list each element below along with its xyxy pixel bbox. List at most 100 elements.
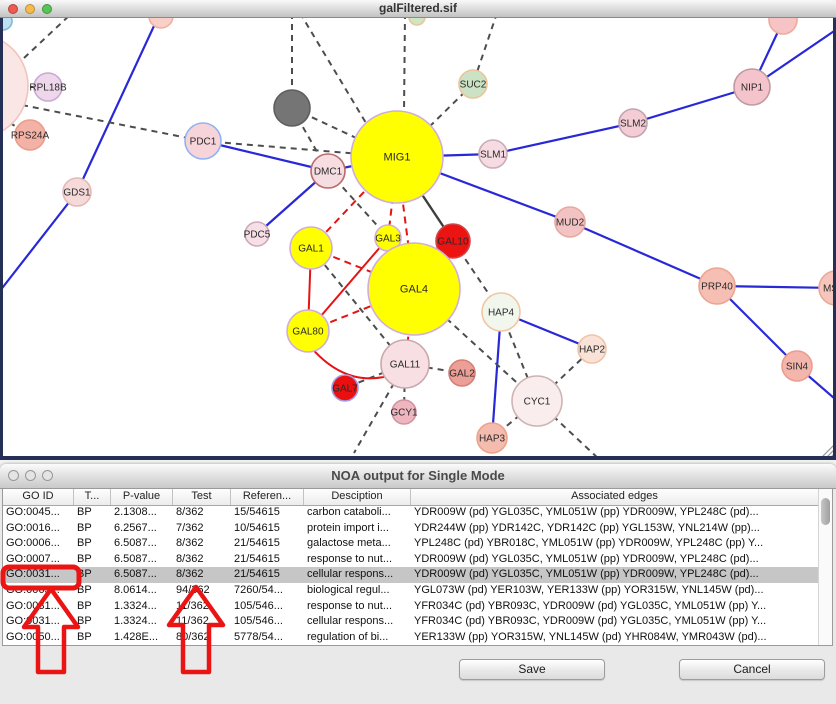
table-row[interactable]: GO:0050...BP1.428E...80/3625778/54...reg… bbox=[3, 630, 832, 645]
table-cell: biological regul... bbox=[304, 583, 411, 599]
vertical-scrollbar[interactable] bbox=[818, 489, 832, 645]
table-cell: regulation of bi... bbox=[304, 630, 411, 645]
table-header-row[interactable]: GO IDT...P-valueTestReferen...Desciption… bbox=[3, 489, 832, 506]
resize-grip-icon[interactable] bbox=[822, 444, 833, 457]
node-unlabeled[interactable] bbox=[769, 18, 797, 34]
network-svg: RPL18BRPS24AGDS1PDC1DMC1MIG1SUC2NIP1SLM2… bbox=[3, 18, 833, 457]
table-cell: YER133W (pp) YOR315W, YNL145W (pd) YHR08… bbox=[411, 630, 818, 645]
table-row[interactable]: GO:0016...BP6.2567...7/36210/54615protei… bbox=[3, 521, 832, 537]
network-edge[interactable] bbox=[77, 18, 160, 192]
noa-titlebar[interactable]: NOA output for Single Mode bbox=[0, 464, 836, 489]
column-header-p-value[interactable]: P-value bbox=[111, 489, 173, 505]
table-cell: 1.3324... bbox=[111, 614, 173, 630]
table-cell: 11/362 bbox=[173, 614, 231, 630]
column-header-go-id[interactable]: GO ID bbox=[3, 489, 74, 505]
network-edge[interactable] bbox=[203, 141, 328, 171]
table-cell: response to nut... bbox=[304, 552, 411, 568]
network-canvas[interactable]: RPL18BRPS24AGDS1PDC1DMC1MIG1SUC2NIP1SLM2… bbox=[0, 18, 836, 460]
node-label: SLM2 bbox=[620, 119, 647, 130]
table-row[interactable]: GO:0031...BP1.3324...11/362105/546...res… bbox=[3, 599, 832, 615]
table-cell: BP bbox=[74, 599, 111, 615]
table-row[interactable]: GO:0031...BP1.3324...11/362105/546...cel… bbox=[3, 614, 832, 630]
table-cell: 8.0614... bbox=[111, 583, 173, 599]
node-label: PDC1 bbox=[190, 137, 217, 148]
network-edge[interactable] bbox=[404, 18, 405, 113]
node-unlabeled[interactable] bbox=[274, 90, 310, 126]
table-cell: 6.5087... bbox=[111, 567, 173, 583]
table-cell: YGL073W (pd) YER103W, YER133W (pp) YOR31… bbox=[411, 583, 818, 599]
node-label: DMC1 bbox=[314, 167, 343, 178]
table-cell: GO:0031... bbox=[3, 567, 74, 583]
table-row[interactable]: GO:0065...BP8.0614...94/3627260/54...bio… bbox=[3, 583, 832, 599]
scrollbar-thumb[interactable] bbox=[821, 498, 830, 525]
column-header-t-[interactable]: T... bbox=[74, 489, 111, 505]
table-cell: BP bbox=[74, 583, 111, 599]
column-header-referen-[interactable]: Referen... bbox=[231, 489, 304, 505]
graph-window-title: galFiltered.sif bbox=[0, 1, 836, 15]
table-cell: GO:0006... bbox=[3, 536, 74, 552]
table-body: GO:0045...BP2.1308...8/36215/54615carbon… bbox=[3, 505, 832, 645]
node-label: NIP1 bbox=[741, 83, 764, 94]
table-cell: 10/54615 bbox=[231, 521, 304, 537]
table-cell: protein import i... bbox=[304, 521, 411, 537]
table-cell: YFR034C (pd) YBR093C, YDR009W (pd) YGL03… bbox=[411, 614, 818, 630]
node-label: GAL3 bbox=[375, 234, 401, 245]
node-label: RPL18B bbox=[29, 83, 67, 94]
node-unlabeled[interactable] bbox=[409, 18, 425, 25]
node-label: GAL7 bbox=[332, 384, 358, 395]
node-label: GAL2 bbox=[449, 369, 475, 380]
resize-grip-icon[interactable] bbox=[831, 453, 833, 457]
table-cell: 80/362 bbox=[173, 630, 231, 645]
table-cell: BP bbox=[74, 521, 111, 537]
table-cell: cellular respons... bbox=[304, 567, 411, 583]
network-edge[interactable] bbox=[300, 18, 372, 133]
network-edge[interactable] bbox=[493, 123, 633, 154]
table-cell: 8/362 bbox=[173, 536, 231, 552]
graph-window: galFiltered.sif RPL18BRPS24AGDS1PDC1DMC1… bbox=[0, 0, 836, 460]
table-row[interactable]: GO:0031...BP6.5087...8/36221/54615cellul… bbox=[3, 567, 832, 583]
column-header-test[interactable]: Test bbox=[173, 489, 231, 505]
table-cell: YDR009W (pd) YGL035C, YML051W (pp) YDR00… bbox=[411, 552, 818, 568]
node-label: PDC5 bbox=[244, 230, 271, 241]
column-header-desciption[interactable]: Desciption bbox=[304, 489, 411, 505]
cancel-button[interactable]: Cancel bbox=[679, 659, 825, 680]
column-header-associated-edges[interactable]: Associated edges bbox=[411, 489, 818, 505]
table-cell: GO:0016... bbox=[3, 521, 74, 537]
node-label: HAP4 bbox=[488, 308, 515, 319]
network-edge[interactable] bbox=[570, 222, 717, 286]
node-label: GAL1 bbox=[298, 244, 324, 255]
table-cell: 1.428E... bbox=[111, 630, 173, 645]
table-cell: 21/54615 bbox=[231, 536, 304, 552]
table-cell: YDR244W (pp) YDR142C, YDR142C (pp) YGL15… bbox=[411, 521, 818, 537]
save-button[interactable]: Save bbox=[459, 659, 605, 680]
table-cell: 11/362 bbox=[173, 599, 231, 615]
node-unlabeled[interactable] bbox=[3, 18, 12, 30]
node-label: GAL10 bbox=[437, 237, 469, 248]
table-cell: 2.1308... bbox=[111, 505, 173, 521]
table-cell: GO:0050... bbox=[3, 630, 74, 645]
table-cell: 21/54615 bbox=[231, 567, 304, 583]
table-cell: YFR034C (pd) YBR093C, YDR009W (pd) YGL03… bbox=[411, 599, 818, 615]
node-label: MIG1 bbox=[384, 152, 411, 164]
table-row[interactable]: GO:0045...BP2.1308...8/36215/54615carbon… bbox=[3, 505, 832, 521]
table-row[interactable]: GO:0006...BP6.5087...8/36221/54615galact… bbox=[3, 536, 832, 552]
table-cell: GO:0045... bbox=[3, 505, 74, 521]
table-cell: YDR009W (pd) YGL035C, YML051W (pp) YDR00… bbox=[411, 505, 818, 521]
graph-titlebar[interactable]: galFiltered.sif bbox=[0, 0, 836, 18]
node-label: SIN4 bbox=[786, 362, 809, 373]
table-cell: GO:0007... bbox=[3, 552, 74, 568]
noa-window: NOA output for Single Mode GO IDT...P-va… bbox=[0, 464, 836, 704]
network-edge[interactable] bbox=[3, 192, 77, 296]
node-label: SLM1 bbox=[480, 150, 507, 161]
node-label: GCY1 bbox=[390, 408, 418, 419]
table-cell: YPL248C (pd) YBR018C, YML051W (pp) YDR00… bbox=[411, 536, 818, 552]
network-edge[interactable] bbox=[24, 18, 72, 58]
node-label: RPS24A bbox=[11, 131, 50, 142]
table-row[interactable]: GO:0007...BP6.5087...8/36221/54615respon… bbox=[3, 552, 832, 568]
table-cell: BP bbox=[74, 552, 111, 568]
table-cell: GO:0031... bbox=[3, 614, 74, 630]
table-cell: BP bbox=[74, 614, 111, 630]
table-cell: 1.3324... bbox=[111, 599, 173, 615]
table-cell: 15/54615 bbox=[231, 505, 304, 521]
table-cell: BP bbox=[74, 536, 111, 552]
